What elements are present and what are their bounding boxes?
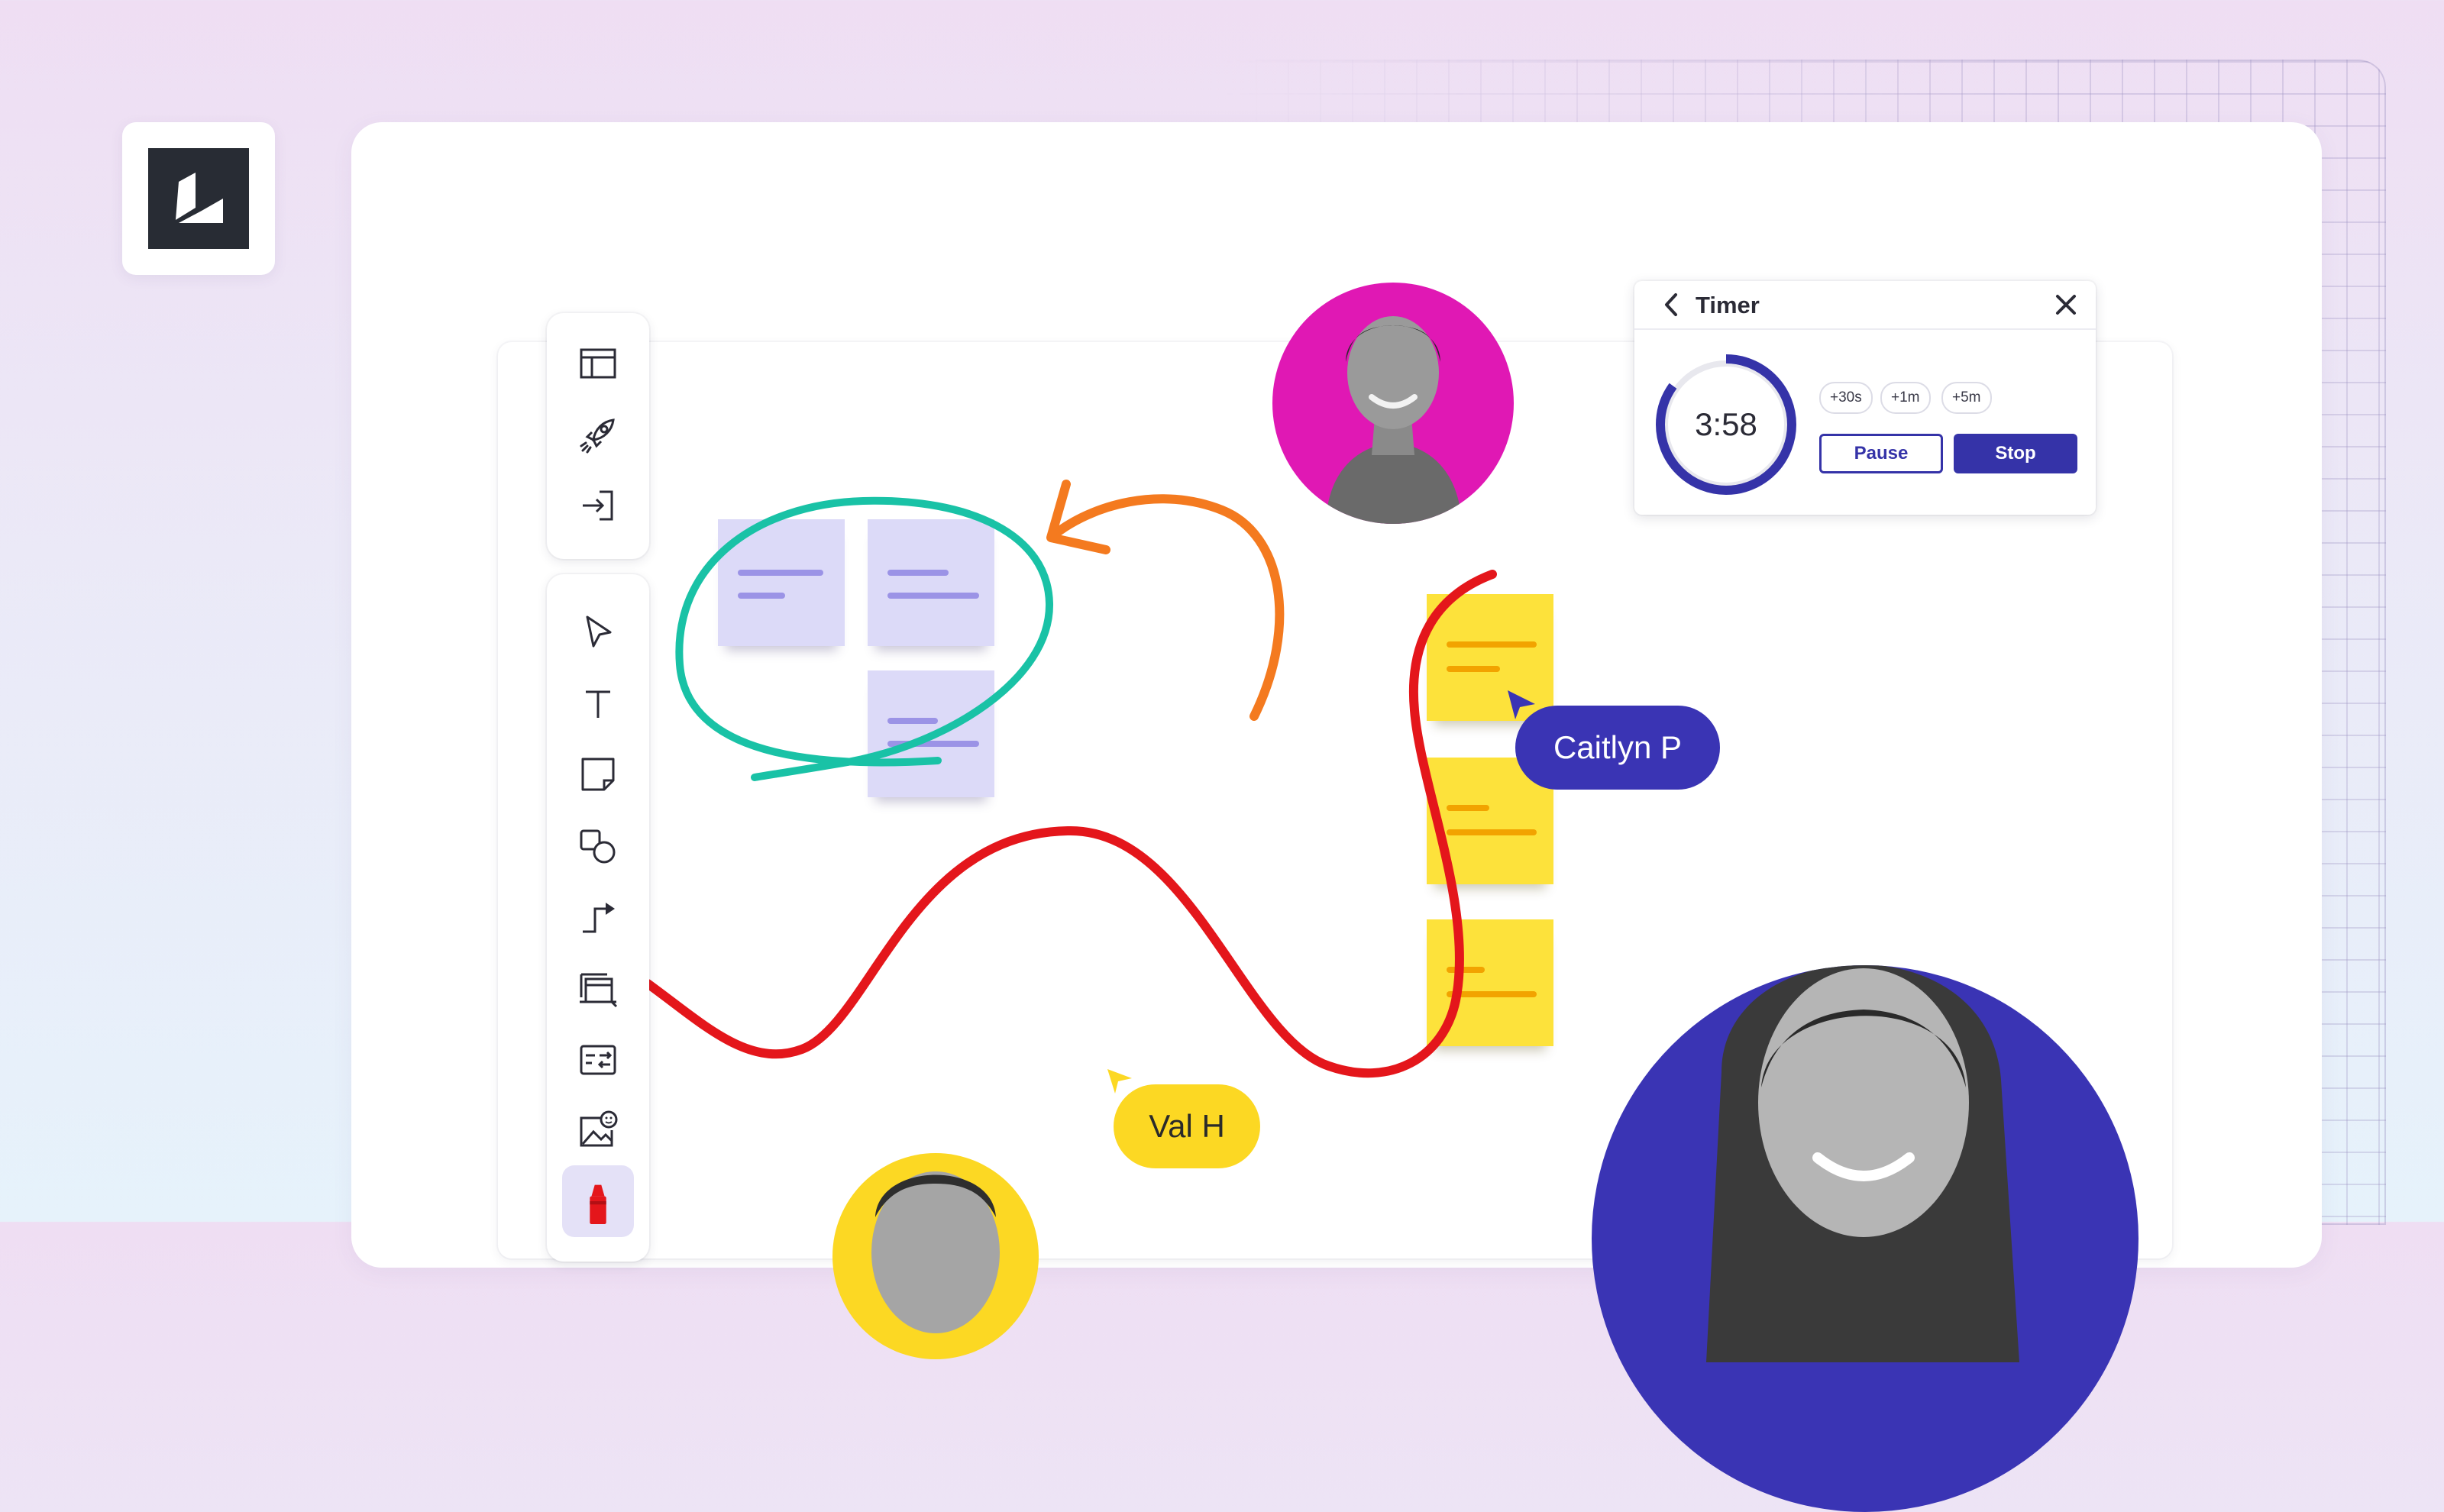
sticky-note-yellow[interactable] bbox=[1427, 919, 1553, 1046]
sticky-note-purple[interactable] bbox=[868, 670, 994, 797]
close-icon[interactable] bbox=[2053, 292, 2079, 318]
text-tool-icon[interactable] bbox=[575, 681, 621, 727]
collaborator-name-tag: Caitlyn P bbox=[1515, 706, 1720, 790]
rocket-icon[interactable] bbox=[575, 412, 621, 458]
connector-line-icon[interactable] bbox=[575, 893, 621, 939]
collaborator-avatar bbox=[832, 1153, 1039, 1359]
lucid-logo-icon bbox=[148, 148, 249, 249]
sticky-note-purple[interactable] bbox=[868, 519, 994, 646]
stop-button[interactable]: Stop bbox=[1954, 434, 2077, 473]
add-1m-button[interactable]: +1m bbox=[1880, 382, 1931, 414]
container-frame-icon[interactable] bbox=[575, 965, 621, 1011]
collaborator-avatar bbox=[1592, 965, 2138, 1512]
pause-button[interactable]: Pause bbox=[1819, 434, 1943, 473]
timer-panel: Timer 3:58 +30s +1m +5m Pause Stop bbox=[1634, 281, 2096, 515]
toolbar-tools-group bbox=[547, 574, 649, 1262]
collaborator-avatar bbox=[1272, 283, 1514, 524]
add-30s-button[interactable]: +30s bbox=[1819, 382, 1873, 414]
pointer-select-icon[interactable] bbox=[575, 609, 621, 655]
app-logo[interactable] bbox=[122, 122, 275, 275]
layout-template-icon[interactable] bbox=[575, 341, 621, 386]
timer-title: Timer bbox=[1696, 292, 1760, 318]
collaborator-name-tag: Val H bbox=[1114, 1084, 1260, 1168]
card-icon[interactable] bbox=[575, 1037, 621, 1083]
sign-in-icon[interactable] bbox=[575, 483, 621, 528]
sticky-note-purple[interactable] bbox=[718, 519, 845, 646]
timer-remaining-time: 3:58 bbox=[1695, 406, 1757, 442]
toolbar-top-group bbox=[547, 313, 649, 559]
timer-header: Timer bbox=[1634, 281, 2096, 330]
highlighter-pen-icon[interactable] bbox=[562, 1165, 634, 1237]
chevron-left-icon[interactable] bbox=[1660, 290, 1683, 319]
image-sticker-icon[interactable] bbox=[575, 1107, 621, 1153]
add-5m-button[interactable]: +5m bbox=[1941, 382, 1992, 414]
sticky-note-icon[interactable] bbox=[575, 751, 621, 797]
shapes-icon[interactable] bbox=[575, 823, 621, 869]
